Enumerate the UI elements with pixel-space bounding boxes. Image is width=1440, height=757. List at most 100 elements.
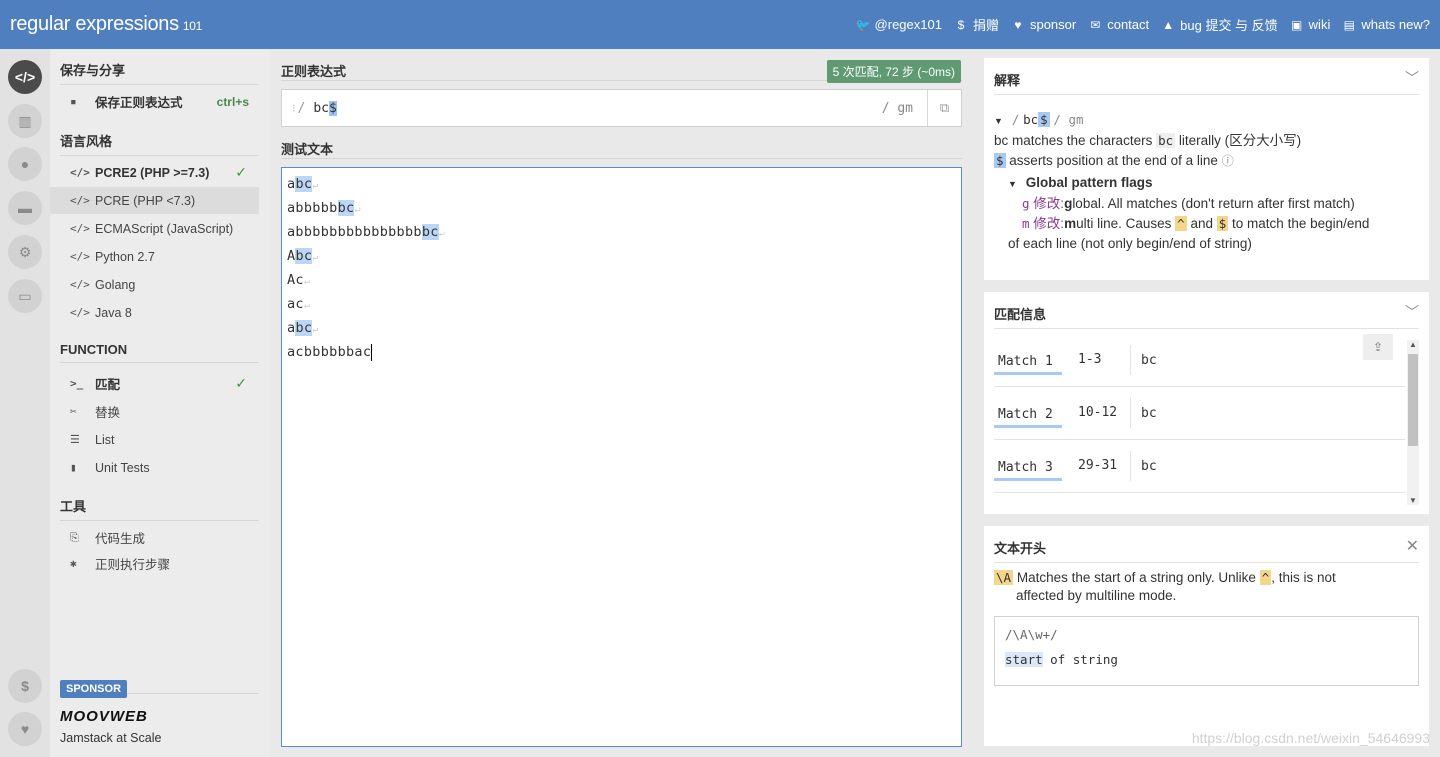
regex-flags[interactable]: / gm — [882, 101, 913, 116]
watermark: https://blog.csdn.net/weixin_54646993 — [1191, 730, 1430, 746]
test-label-divider — [281, 158, 962, 159]
flavor-label: PCRE (PHP <7.3) — [95, 193, 196, 208]
return-icon: ↵ — [438, 228, 446, 239]
literal-desc: bc matches the characters — [994, 133, 1153, 148]
sponsor-logo[interactable]: MOOVWEB — [60, 708, 148, 725]
icon-rail: </> ▥ ● ▬ ⚙ ▭ $ ♥ — [0, 49, 50, 757]
nav-label: @regex101 — [874, 17, 942, 32]
nav-item-5[interactable]: ▣ wiki — [1290, 17, 1330, 32]
nav-label: whats new? — [1361, 17, 1430, 32]
flavor-item[interactable]: </> PCRE2 (PHP >=7.3) ✓ — [50, 159, 259, 186]
function-item[interactable]: ☰ List — [50, 426, 259, 453]
match-row[interactable]: Match 1 1-3 bc — [994, 334, 1405, 387]
match-highlight: bc — [421, 224, 439, 240]
expand-triangle-icon[interactable]: ▼ — [1008, 174, 1022, 194]
explanation-body: ▼ / bc $ / gm bc matches the characters b… — [994, 110, 1369, 254]
user-icon[interactable]: ● — [8, 147, 42, 181]
flag-g-desc: lobal. All matches (don't return after f… — [1072, 196, 1355, 211]
library-icon[interactable]: ▥ — [8, 104, 42, 138]
dollar-icon: $ — [957, 17, 965, 32]
match-range: 1-3 — [1062, 345, 1131, 375]
close-icon[interactable]: ✕ — [1406, 536, 1419, 556]
return-icon: ↵ — [312, 180, 319, 191]
quickref-caret-token: ^ — [1259, 570, 1272, 585]
match-value: bc — [1141, 352, 1157, 368]
code-icon: </> — [70, 250, 90, 263]
flavor-item[interactable]: </> Python 2.7 — [50, 243, 259, 270]
scroll-thumb[interactable] — [1408, 354, 1418, 446]
explanation-anchor-line: $ asserts position at the end of a line … — [994, 151, 1369, 171]
chat-bubble-icon[interactable]: ▭ — [8, 279, 42, 313]
drag-handle-icon[interactable]: ⁝ — [292, 102, 296, 115]
tool-icon: ✱ — [70, 557, 77, 570]
match-value: bc — [1141, 458, 1157, 474]
explanation-panel: 解释 ﹀ ▼ / bc $ / gm bc matches the charact… — [984, 58, 1429, 280]
flavor-item[interactable]: </> Java 8 — [50, 299, 259, 326]
expand-triangle-icon[interactable]: ▼ — [994, 111, 1008, 131]
logo-text: regular expressions — [10, 13, 179, 35]
flavor-label: Golang — [95, 277, 136, 292]
heart-icon[interactable]: ♥ — [8, 712, 42, 746]
help-circle-icon[interactable]: ⓘ — [1222, 154, 1234, 168]
function-item[interactable]: >_ 匹配 ✓ — [50, 370, 259, 397]
test-line-text: ac — [287, 296, 304, 312]
tools-title: 工具 — [60, 496, 259, 521]
nav-label: bug 提交 与 反馈 — [1180, 18, 1278, 33]
flavor-label: Python 2.7 — [95, 249, 155, 264]
test-string-textarea[interactable]: abc↵ abbbbbbc↵ abbbbbbbbbbbbbbbbc↵ Abc↵ Ac↵ a… — [281, 167, 962, 747]
match-scrollbar[interactable]: ▲ ▼ — [1407, 340, 1419, 505]
flag-g-key: g — [1022, 196, 1030, 211]
test-line: Ac↵ — [287, 271, 956, 295]
match-row[interactable]: Match 2 10-12 bc — [994, 387, 1405, 440]
explanation-title: 解释 — [994, 73, 1021, 88]
match-highlight: bc — [295, 248, 313, 264]
function-icon: >_ — [70, 377, 84, 390]
gear-icon[interactable]: ⚙ — [8, 235, 42, 269]
function-icon: ✂ — [70, 405, 77, 418]
flag-m-dollar-token: $ — [1216, 216, 1229, 231]
scroll-down-icon[interactable]: ▼ — [1409, 496, 1417, 505]
literal-desc-tail: literally (区分大小写) — [1178, 133, 1302, 148]
app-logo[interactable]: regular expressions 101 — [10, 13, 202, 36]
function-item[interactable]: ▮ Unit Tests — [50, 454, 259, 481]
tool-item[interactable]: ⎘ 代码生成 — [50, 524, 259, 551]
nav-item-2[interactable]: ♥ sponsor — [1011, 17, 1076, 32]
top-header: regular expressions 101 🐦 @regex101 $ 捐赠 ♥ sp… — [0, 0, 1440, 49]
sponsor-tagline[interactable]: Jamstack at Scale — [60, 731, 161, 745]
editor-area: 正则表达式 5 次匹配, 72 步 (~0ms) ⁝ / bc $ / gm ⧉ … — [271, 49, 971, 757]
match-name: Match 1 — [994, 351, 1062, 375]
flavor-title: 语言风格 — [60, 131, 259, 156]
nav-item-6[interactable]: ▤ whats new? — [1342, 17, 1430, 32]
quickref-desc-text: Matches the start of a string only. Unli… — [1016, 570, 1256, 585]
nav-item-0[interactable]: 🐦 @regex101 — [856, 17, 942, 32]
save-icon: ▪ — [70, 95, 77, 108]
sidebar: 保存与分享 ▪ 保存正则表达式 ctrl+s 语言风格 </> PCRE2 (PH… — [50, 49, 270, 757]
tool-label: 代码生成 — [95, 532, 146, 546]
copy-icon[interactable]: ⧉ — [927, 90, 961, 126]
nav-item-1[interactable]: $ 捐赠 — [954, 15, 999, 34]
flags-heading: Global pattern flags — [1025, 175, 1153, 190]
chevron-down-icon[interactable]: ﹀ — [1405, 68, 1419, 88]
save-regex-item[interactable]: ▪ 保存正则表达式 ctrl+s — [50, 88, 259, 115]
scroll-up-icon[interactable]: ▲ — [1409, 340, 1417, 349]
tool-item[interactable]: ✱ 正则执行步骤 — [50, 550, 259, 577]
match-highlight: bc — [337, 200, 355, 216]
logo-version: 101 — [182, 19, 202, 33]
flag-m-desc: ulti line. Causes — [1076, 216, 1172, 231]
regex-input[interactable]: ⁝ / bc $ / gm ⧉ — [281, 89, 962, 127]
return-icon: ↵ — [312, 252, 319, 263]
code-icon[interactable]: </> — [8, 60, 42, 94]
gamepad-icon[interactable]: ▬ — [8, 191, 42, 225]
quickref-panel: 文本开头 ✕ \A Matches the start of a string … — [984, 526, 1429, 746]
donate-dollar-icon[interactable]: $ — [8, 669, 42, 703]
match-row[interactable]: Match 3 29-31 bc — [994, 440, 1405, 493]
nav-item-4[interactable]: ▲ bug 提交 与 反馈 — [1161, 15, 1278, 34]
flavor-item[interactable]: </> Golang — [50, 271, 259, 298]
chevron-down-icon[interactable]: ﹀ — [1405, 302, 1419, 322]
flavor-item[interactable]: </> ECMAScript (JavaScript) — [50, 215, 259, 242]
flavor-item[interactable]: </> PCRE (PHP <7.3) — [50, 187, 259, 214]
match-count-badge: 5 次匹配, 72 步 (~0ms) — [826, 60, 961, 83]
function-label: 匹配 — [95, 378, 121, 392]
function-item[interactable]: ✂ 替换 — [50, 398, 259, 425]
nav-item-3[interactable]: ✉ contact — [1088, 17, 1149, 32]
